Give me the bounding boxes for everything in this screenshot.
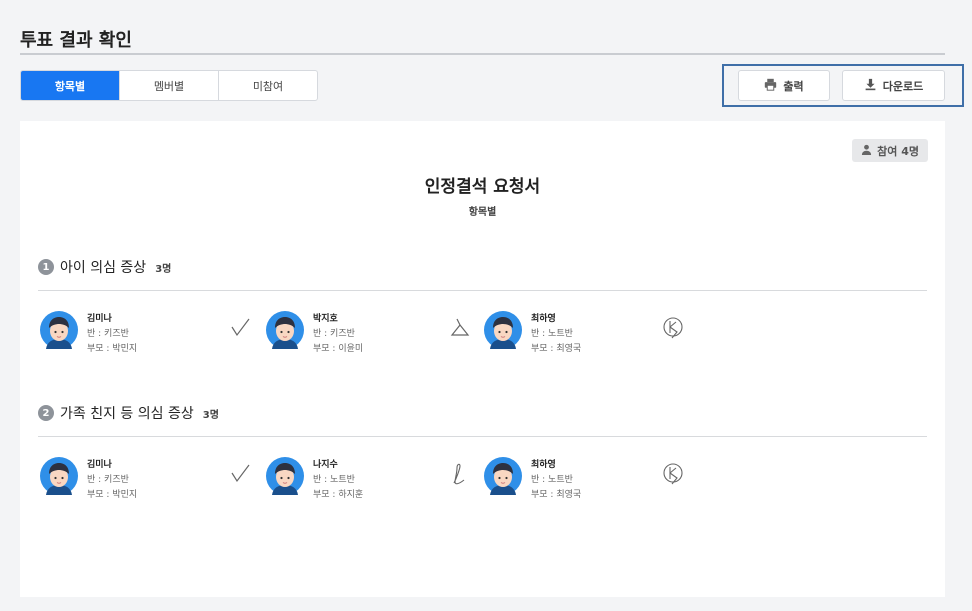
title-divider — [20, 53, 945, 55]
result-card: 참여 4명 인정결석 요청서 항목별 1 아이 의심 증상 3명 김미나 반 : — [20, 121, 945, 597]
member-class: 반 : 노트반 — [531, 329, 573, 339]
download-button[interactable]: 다운로드 — [842, 70, 945, 101]
section-1: 1 아이 의심 증상 3명 김미나 반 : 키즈반 부모 : 박민지 박지호 반… — [38, 257, 927, 371]
avatar — [484, 311, 522, 349]
member-name: 최하영 — [531, 460, 556, 470]
member-item[interactable]: 최하영 반 : 노트반 부모 : 최영국 — [484, 457, 704, 517]
member-parent: 부모 : 박민지 — [87, 490, 138, 500]
tab-not-participated[interactable]: 미참여 — [218, 71, 317, 100]
circle-k-signature-icon — [663, 317, 683, 339]
section-title: 아이 의심 증상 — [60, 260, 147, 276]
section-divider — [38, 290, 927, 291]
member-parent: 부모 : 박민지 — [87, 344, 138, 354]
section-number: 1 — [38, 259, 54, 275]
section-count: 3명 — [202, 409, 219, 421]
print-button[interactable]: 출력 — [738, 70, 830, 101]
section-divider — [38, 436, 927, 437]
document-title: 인정결석 요청서 — [424, 177, 541, 197]
avatar — [266, 311, 304, 349]
loop-signature-icon — [453, 463, 465, 485]
section-2: 2 가족 친지 등 의심 증상 3명 김미나 반 : 키즈반 부모 : 박민지 — [38, 403, 927, 517]
tab-by-item[interactable]: 항목별 — [21, 71, 119, 100]
member-class: 반 : 노트반 — [313, 475, 355, 485]
view-tabs: 항목별 멤버별 미참여 — [20, 70, 318, 101]
member-name: 김미나 — [87, 314, 112, 324]
circle-k-signature-icon — [663, 463, 683, 485]
download-label: 다운로드 — [882, 79, 924, 93]
page-title: 투표 결과 확인 — [20, 30, 132, 51]
avatar — [266, 457, 304, 495]
check-signature-icon — [231, 318, 250, 337]
member-parent: 부모 : 최영국 — [531, 344, 582, 354]
member-name: 나지수 — [313, 460, 338, 470]
document-subtitle: 항목별 — [468, 207, 497, 218]
member-item[interactable]: 나지수 반 : 노트반 부모 : 하지훈 — [266, 457, 486, 517]
member-item[interactable]: 김미나 반 : 키즈반 부모 : 박민지 — [40, 311, 260, 371]
member-name: 박지호 — [313, 314, 338, 324]
member-name: 김미나 — [87, 460, 112, 470]
section-count: 3명 — [155, 263, 172, 275]
member-parent: 부모 : 하지훈 — [313, 490, 364, 500]
member-class: 반 : 키즈반 — [87, 475, 129, 485]
check-signature-icon — [231, 464, 250, 483]
member-item[interactable]: 박지호 반 : 키즈반 부모 : 이윤미 — [266, 311, 486, 371]
download-icon — [864, 78, 877, 94]
avatar — [40, 311, 78, 349]
avatar — [40, 457, 78, 495]
tab-by-member[interactable]: 멤버별 — [119, 71, 218, 100]
avatar — [484, 457, 522, 495]
member-parent: 부모 : 최영국 — [531, 490, 582, 500]
person-icon — [861, 144, 872, 158]
member-item[interactable]: 김미나 반 : 키즈반 부모 : 박민지 — [40, 457, 260, 517]
member-class: 반 : 키즈반 — [313, 329, 355, 339]
participants-badge: 참여 4명 — [852, 139, 928, 162]
member-parent: 부모 : 이윤미 — [313, 344, 364, 354]
member-class: 반 : 노트반 — [531, 475, 573, 485]
printer-icon — [764, 78, 777, 94]
member-name: 최하영 — [531, 314, 556, 324]
member-item[interactable]: 최하영 반 : 노트반 부모 : 최영국 — [484, 311, 704, 371]
section-title: 가족 친지 등 의심 증상 — [60, 406, 194, 422]
print-label: 출력 — [783, 79, 804, 93]
triangle-signature-icon — [450, 318, 470, 336]
participants-count: 참여 4명 — [877, 144, 919, 158]
section-number: 2 — [38, 405, 54, 421]
member-class: 반 : 키즈반 — [87, 329, 129, 339]
